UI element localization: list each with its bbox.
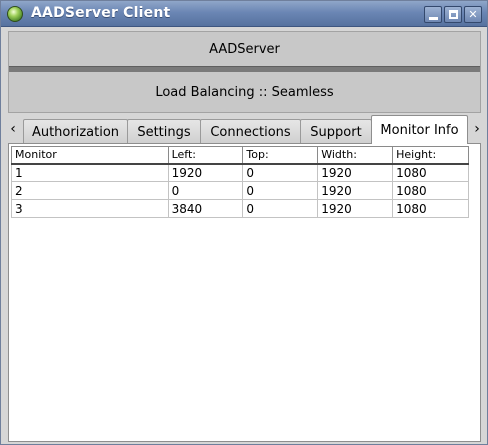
cell-top: 0 [242,181,319,200]
tab-label: Authorization [31,124,120,140]
tab-label: Settings [137,124,191,140]
close-button[interactable]: ✕ [464,6,482,23]
table-row[interactable]: 1 1920 0 1920 1080 [11,163,469,182]
close-icon: ✕ [468,8,478,21]
cell-monitor: 2 [11,181,169,200]
cell-monitor: 1 [11,163,169,182]
cell-top: 0 [242,163,319,182]
table-row[interactable]: 2 0 0 1920 1080 [11,181,469,200]
cell-left: 0 [167,181,244,200]
tab-scroll-right-icon[interactable]: › [471,121,483,137]
minimize-button[interactable] [424,6,442,23]
app-window: AADServer Client ✕ AADServer Load Balanc… [0,0,488,445]
window-title: AADServer Client [31,5,171,21]
cell-width: 1920 [317,199,394,218]
table-header-row: Monitor Left: Top: Width: Height: [11,146,469,165]
column-header-top[interactable]: Top: [242,146,319,165]
table-row[interactable]: 3 3840 0 1920 1080 [11,199,469,218]
column-header-width[interactable]: Width: [317,146,394,165]
tab-scroll-left-icon[interactable]: ‹ [7,121,19,137]
monitor-info-panel: Monitor Left: Top: Width: Height: 1 1920… [8,143,481,442]
title-bar[interactable]: AADServer Client ✕ [1,1,487,27]
cell-left: 1920 [167,163,244,182]
column-header-height[interactable]: Height: [392,146,469,165]
tab-authorization[interactable]: Authorization [23,119,128,144]
column-header-left[interactable]: Left: [167,146,244,165]
tab-connections[interactable]: Connections [200,119,301,144]
maximize-button[interactable] [444,6,462,23]
tab-bar: ‹ Authorization Settings Connections Sup… [5,115,485,144]
tab-label: Support [310,124,362,140]
column-header-monitor[interactable]: Monitor [11,146,169,165]
tab-label: Connections [210,124,291,140]
tab-monitor-info[interactable]: Monitor Info [371,115,468,144]
tab-support[interactable]: Support [300,119,372,144]
cell-width: 1920 [317,181,394,200]
server-name: AADServer [209,41,280,57]
maximize-icon [448,10,458,19]
server-banner: AADServer Load Balancing :: Seamless [8,31,481,113]
cell-monitor: 3 [11,199,169,218]
cell-width: 1920 [317,163,394,182]
balancing-mode: Load Balancing :: Seamless [155,84,334,100]
cell-left: 3840 [167,199,244,218]
monitor-table: Monitor Left: Top: Width: Height: 1 1920… [11,146,469,218]
cell-top: 0 [242,199,319,218]
minimize-icon [428,16,438,20]
cell-height: 1080 [392,199,469,218]
tab-label: Monitor Info [380,122,459,138]
cell-height: 1080 [392,181,469,200]
tab-settings[interactable]: Settings [127,119,201,144]
app-icon [7,6,23,22]
cell-height: 1080 [392,163,469,182]
